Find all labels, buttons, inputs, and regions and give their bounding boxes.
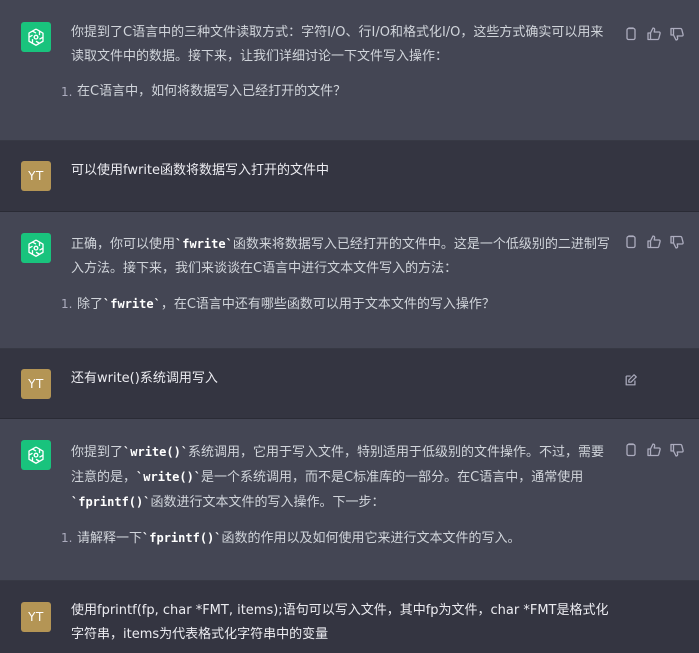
edit-icon[interactable] bbox=[624, 372, 638, 391]
assistant-message: 正确，你可以使用`fwrite`函数来将数据写入已经打开的文件中。这是一个低级别… bbox=[0, 212, 699, 349]
inline-code: `fprintf()` bbox=[142, 531, 222, 545]
message-list: 1. 请解释一下`fprintf()`函数的作用以及如何使用它来进行文本文件的写入… bbox=[61, 526, 616, 551]
text-run: 函数的作用以及如何使用它来进行文本文件的写入。 bbox=[221, 531, 521, 546]
user-message: YT 可以使用fwrite函数将数据写入打开的文件中 bbox=[0, 141, 699, 212]
inline-code: `fwrite` bbox=[103, 297, 161, 311]
text-run: 你提到了C语言中的三种文件读取方式：字符I/O、行I/O和格式化I/O，这些方式… bbox=[71, 25, 604, 64]
inline-code: `write()` bbox=[136, 470, 202, 484]
chat-thread: 你提到了C语言中的三种文件读取方式：字符I/O、行I/O和格式化I/O，这些方式… bbox=[0, 0, 699, 653]
list-item: 1. 请解释一下`fprintf()`函数的作用以及如何使用它来进行文本文件的写入… bbox=[61, 531, 521, 546]
message-actions bbox=[623, 26, 685, 42]
message-text: 使用fprintf(fp, char *FMT, items);语句可以写入文件… bbox=[71, 603, 609, 642]
text-run: 正确，你可以使用 bbox=[71, 237, 176, 252]
copy-icon[interactable] bbox=[623, 234, 639, 250]
copy-icon[interactable] bbox=[623, 442, 639, 458]
thumbs-down-icon[interactable] bbox=[669, 234, 685, 250]
message-paragraph: 你提到了`write()`系统调用，它用于写入文件，特别适用于低级别的文件操作。… bbox=[71, 440, 616, 515]
thumbs-up-icon[interactable] bbox=[646, 442, 662, 458]
thumbs-up-icon[interactable] bbox=[646, 234, 662, 250]
message-actions bbox=[623, 442, 685, 458]
text-run: 在C语言中，如何将数据写入已经打开的文件？ bbox=[77, 84, 347, 99]
inline-code: `fprintf()` bbox=[71, 495, 151, 509]
message-list: 1. 除了`fwrite`，在C语言中还有哪些函数可以用于文本文件的写入操作？ bbox=[61, 292, 616, 317]
copy-icon[interactable] bbox=[623, 26, 639, 42]
user-avatar: YT bbox=[21, 602, 51, 632]
message-actions bbox=[623, 234, 685, 250]
text-run: 是一个系统调用，而不是C标准库的一部分。在C语言中，通常使用 bbox=[201, 470, 584, 485]
message-list: 1. 在C语言中，如何将数据写入已经打开的文件？ bbox=[61, 80, 616, 104]
thumbs-down-icon[interactable] bbox=[669, 442, 685, 458]
thumbs-down-icon[interactable] bbox=[669, 26, 685, 42]
text-run: 除了 bbox=[77, 297, 104, 312]
user-avatar: YT bbox=[21, 161, 51, 191]
user-message: YT 还有write()系统调用写入 bbox=[0, 349, 699, 419]
inline-code: `write()` bbox=[123, 445, 189, 459]
list-item: 1. 除了`fwrite`，在C语言中还有哪些函数可以用于文本文件的写入操作？ bbox=[61, 297, 495, 312]
chatgpt-logo-icon bbox=[21, 22, 51, 52]
chatgpt-logo-icon bbox=[21, 233, 51, 263]
user-message: YT 使用fprintf(fp, char *FMT, items);语句可以写… bbox=[0, 581, 699, 653]
message-text: 还有write()系统调用写入 bbox=[71, 371, 218, 386]
message-paragraph: 你提到了C语言中的三种文件读取方式：字符I/O、行I/O和格式化I/O，这些方式… bbox=[71, 21, 616, 69]
message-text: 可以使用fwrite函数将数据写入打开的文件中 bbox=[71, 163, 330, 178]
thumbs-up-icon[interactable] bbox=[646, 26, 662, 42]
text-run: 函数进行文本文件的写入操作。下一步： bbox=[150, 495, 385, 510]
message-paragraph: 正确，你可以使用`fwrite`函数来将数据写入已经打开的文件中。这是一个低级别… bbox=[71, 232, 616, 281]
text-run: ，在C语言中还有哪些函数可以用于文本文件的写入操作？ bbox=[160, 297, 495, 312]
assistant-message: 你提到了`write()`系统调用，它用于写入文件，特别适用于低级别的文件操作。… bbox=[0, 419, 699, 581]
list-item: 1. 在C语言中，如何将数据写入已经打开的文件？ bbox=[61, 84, 347, 99]
assistant-message: 你提到了C语言中的三种文件读取方式：字符I/O、行I/O和格式化I/O，这些方式… bbox=[0, 0, 699, 141]
text-run: 你提到了 bbox=[71, 445, 124, 460]
text-run: 请解释一下 bbox=[77, 531, 143, 546]
user-avatar: YT bbox=[21, 369, 51, 399]
inline-code: `fwrite` bbox=[175, 237, 233, 251]
chatgpt-logo-icon bbox=[21, 440, 51, 470]
